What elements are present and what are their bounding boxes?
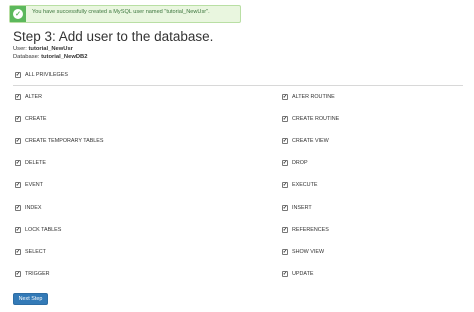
check-icon[interactable]: ✓ <box>282 249 288 255</box>
check-icon[interactable]: ✓ <box>15 72 21 78</box>
privilege-label: INDEX <box>25 205 42 211</box>
privilege-checkbox-event[interactable]: ✓ EVENT <box>15 181 43 189</box>
database-value: tutorial_NewDB2 <box>41 54 88 60</box>
privilege-checkbox-create-routine[interactable]: ✓ CREATE ROUTINE <box>282 115 339 123</box>
privilege-label: REFERENCES <box>292 227 329 233</box>
privilege-checkbox-show-view[interactable]: ✓ SHOW VIEW <box>282 248 324 256</box>
check-icon[interactable]: ✓ <box>282 116 288 122</box>
check-circle-icon: ✓ <box>10 6 26 22</box>
divider <box>13 85 463 86</box>
page-title: Step 3: Add user to the database. <box>13 29 214 44</box>
privilege-checkbox-delete[interactable]: ✓ DELETE <box>15 159 46 167</box>
check-icon[interactable]: ✓ <box>15 116 21 122</box>
privilege-checkbox-insert[interactable]: ✓ INSERT <box>282 204 312 212</box>
check-icon[interactable]: ✓ <box>15 160 21 166</box>
check-icon[interactable]: ✓ <box>282 94 288 100</box>
privilege-label: TRIGGER <box>25 271 50 277</box>
check-icon[interactable]: ✓ <box>282 227 288 233</box>
check-icon[interactable]: ✓ <box>15 205 21 211</box>
privilege-checkbox-create-view[interactable]: ✓ CREATE VIEW <box>282 137 329 145</box>
privilege-label: INSERT <box>292 205 312 211</box>
check-icon[interactable]: ✓ <box>282 205 288 211</box>
check-icon[interactable]: ✓ <box>282 182 288 188</box>
privilege-label: UPDATE <box>292 271 314 277</box>
database-info: Database: tutorial_NewDB2 <box>13 54 87 60</box>
privilege-label: ALTER ROUTINE <box>292 94 335 100</box>
check-icon[interactable]: ✓ <box>15 138 21 144</box>
privilege-checkbox-alter[interactable]: ✓ ALTER <box>15 93 42 101</box>
privilege-checkbox-index[interactable]: ✓ INDEX <box>15 204 41 212</box>
privilege-label: CREATE VIEW <box>292 138 329 144</box>
user-info: User: tutorial_NewUsr <box>13 46 73 52</box>
privilege-checkbox-create-temporary-tables[interactable]: ✓ CREATE TEMPORARY TABLES <box>15 137 104 145</box>
check-icon[interactable]: ✓ <box>15 227 21 233</box>
check-icon[interactable]: ✓ <box>282 160 288 166</box>
privilege-label: CREATE ROUTINE <box>292 116 340 122</box>
check-icon[interactable]: ✓ <box>15 249 21 255</box>
privilege-checkbox-alter-routine[interactable]: ✓ ALTER ROUTINE <box>282 93 335 101</box>
user-label: User: <box>13 46 27 52</box>
database-label: Database: <box>13 54 40 60</box>
privilege-checkbox-references[interactable]: ✓ REFERENCES <box>282 226 329 234</box>
privilege-checkbox-lock-tables[interactable]: ✓ LOCK TABLES <box>15 226 61 234</box>
privilege-label: CREATE TEMPORARY TABLES <box>25 138 104 144</box>
privilege-checkbox-select[interactable]: ✓ SELECT <box>15 248 46 256</box>
privilege-label: CREATE <box>25 116 47 122</box>
all-privileges-label: ALL PRIVILEGES <box>25 72 68 78</box>
alert-message: You have successfully created a MySQL us… <box>32 9 210 15</box>
privilege-label: SHOW VIEW <box>292 249 325 255</box>
check-icon[interactable]: ✓ <box>15 94 21 100</box>
check-icon[interactable]: ✓ <box>282 138 288 144</box>
privilege-checkbox-drop[interactable]: ✓ DROP <box>282 159 308 167</box>
next-step-button[interactable]: Next Step <box>13 293 48 305</box>
all-privileges-checkbox[interactable]: ✓ ALL PRIVILEGES <box>15 71 68 79</box>
privilege-checkbox-trigger[interactable]: ✓ TRIGGER <box>15 270 50 278</box>
privilege-checkbox-execute[interactable]: ✓ EXECUTE <box>282 181 317 189</box>
check-icon[interactable]: ✓ <box>15 182 21 188</box>
user-value: tutorial_NewUsr <box>28 46 73 52</box>
privilege-label: DROP <box>292 160 308 166</box>
success-alert: ✓ You have successfully created a MySQL … <box>9 5 241 23</box>
privilege-label: EVENT <box>25 182 43 188</box>
privilege-label: EXECUTE <box>292 182 318 188</box>
privilege-checkbox-create[interactable]: ✓ CREATE <box>15 115 46 123</box>
privilege-label: LOCK TABLES <box>25 227 62 233</box>
check-icon[interactable]: ✓ <box>282 271 288 277</box>
privilege-label: ALTER <box>25 94 42 100</box>
check-icon[interactable]: ✓ <box>15 271 21 277</box>
privilege-checkbox-update[interactable]: ✓ UPDATE <box>282 270 313 278</box>
privilege-label: DELETE <box>25 160 46 166</box>
privilege-label: SELECT <box>25 249 46 255</box>
